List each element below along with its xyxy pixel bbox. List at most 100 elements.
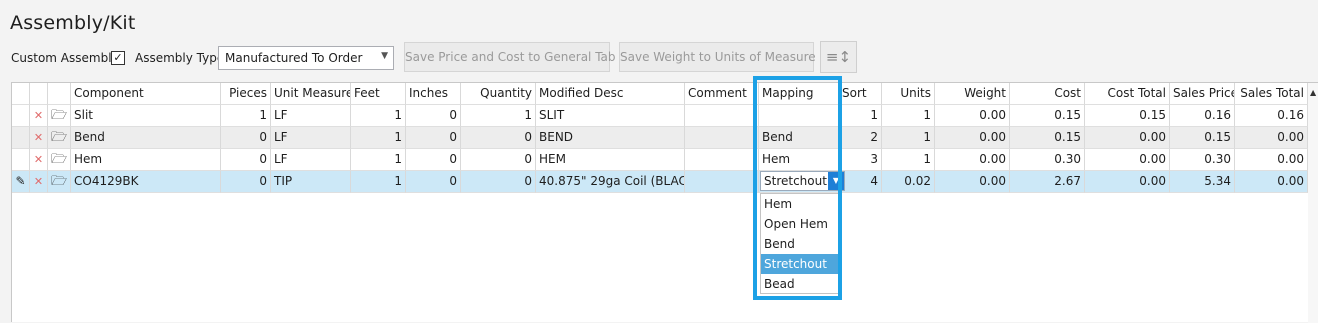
cell-feet[interactable]: 1 [351, 127, 406, 149]
cell-inches[interactable]: 0 [406, 127, 461, 149]
cell-sales-price[interactable]: 0.16 [1170, 105, 1235, 127]
cell-unit[interactable]: TIP [271, 171, 351, 193]
delete-icon[interactable]: ✕ [30, 105, 48, 127]
cell-inches[interactable]: 0 [406, 149, 461, 171]
cell-mapping[interactable]: Hem [759, 149, 839, 171]
col-pieces[interactable]: Pieces [221, 83, 271, 105]
table-row[interactable]: ✕ 🗁 Slit 1 LF 1 0 1 SLIT 1 1 0.00 0.15 0… [12, 105, 1308, 127]
col-mapping[interactable]: Mapping [759, 83, 839, 105]
cell-sort[interactable]: 4 [839, 171, 882, 193]
folder-open-icon[interactable]: 🗁 [48, 149, 71, 171]
col-inches[interactable]: Inches [406, 83, 461, 105]
col-modified-desc[interactable]: Modified Desc [536, 83, 685, 105]
cell-desc[interactable]: 40.875" 29ga Coil (BLACK) [536, 171, 685, 193]
cell-mapping[interactable]: Bend [759, 127, 839, 149]
cell-weight[interactable]: 0.00 [935, 127, 1010, 149]
cell-desc[interactable]: SLIT [536, 105, 685, 127]
save-price-button[interactable]: Save Price and Cost to General Tab [404, 42, 616, 72]
cell-unit[interactable]: LF [271, 149, 351, 171]
cell-comment[interactable] [685, 149, 759, 171]
cell-unit[interactable]: LF [271, 127, 351, 149]
col-quantity[interactable]: Quantity [461, 83, 536, 105]
assembly-type-select[interactable]: Manufactured To Order ▼ [218, 46, 394, 70]
mapping-select[interactable]: Stretchout ▼ [760, 171, 845, 191]
cell-quantity[interactable]: 0 [461, 149, 536, 171]
folder-open-icon[interactable]: 🗁 [48, 105, 71, 127]
cell-desc[interactable]: BEND [536, 127, 685, 149]
cell-sort[interactable]: 1 [839, 105, 882, 127]
table-row-selected[interactable]: ✎ ✕ 🗁 CO4129BK 0 TIP 1 0 0 40.875" 29ga … [12, 171, 1308, 193]
table-row[interactable]: ✕ 🗁 Bend 0 LF 1 0 0 BEND Bend 2 1 0.00 0… [12, 127, 1308, 149]
cell-sales-price[interactable]: 0.30 [1170, 149, 1235, 171]
mapping-option-hem[interactable]: Hem [761, 194, 839, 214]
col-cost[interactable]: Cost [1010, 83, 1085, 105]
cell-component[interactable]: CO4129BK [71, 171, 221, 193]
cell-component[interactable]: Hem [71, 149, 221, 171]
cell-feet[interactable]: 1 [351, 171, 406, 193]
cell-cost[interactable]: 0.15 [1010, 105, 1085, 127]
cell-units[interactable]: 0.02 [882, 171, 935, 193]
col-unit-measure[interactable]: Unit Measure [271, 83, 351, 105]
cell-component[interactable]: Slit [71, 105, 221, 127]
delete-icon[interactable]: ✕ [30, 127, 48, 149]
cell-sort[interactable]: 2 [839, 127, 882, 149]
cell-units[interactable]: 1 [882, 127, 935, 149]
cell-quantity[interactable]: 0 [461, 127, 536, 149]
mapping-option-bead[interactable]: Bead [761, 274, 839, 294]
cell-inches[interactable]: 0 [406, 171, 461, 193]
cell-quantity[interactable]: 0 [461, 171, 536, 193]
cell-cost[interactable]: 0.15 [1010, 127, 1085, 149]
cell-cost-total[interactable]: 0.00 [1085, 171, 1170, 193]
custom-assembly-checkbox[interactable]: ✓ [111, 51, 125, 65]
scroll-up-icon[interactable]: ▲ [1310, 88, 1316, 97]
col-units[interactable]: Units [882, 83, 935, 105]
cell-pieces[interactable]: 1 [221, 105, 271, 127]
mapping-option-stretchout[interactable]: Stretchout [761, 254, 839, 274]
folder-open-icon[interactable]: 🗁 [48, 171, 71, 193]
cell-sales-total[interactable]: 0.00 [1235, 171, 1308, 193]
cell-sales-total[interactable]: 0.00 [1235, 149, 1308, 171]
mapping-option-bend[interactable]: Bend [761, 234, 839, 254]
col-sales-price[interactable]: Sales Price [1170, 83, 1235, 105]
cell-desc[interactable]: HEM [536, 149, 685, 171]
cell-feet[interactable]: 1 [351, 105, 406, 127]
mapping-option-open-hem[interactable]: Open Hem [761, 214, 839, 234]
cell-sales-price[interactable]: 0.15 [1170, 127, 1235, 149]
col-component[interactable]: Component [71, 83, 221, 105]
folder-open-icon[interactable]: 🗁 [48, 127, 71, 149]
cell-cost-total[interactable]: 0.15 [1085, 105, 1170, 127]
cell-cost[interactable]: 0.30 [1010, 149, 1085, 171]
cell-units[interactable]: 1 [882, 149, 935, 171]
col-sales-total[interactable]: Sales Total [1235, 83, 1308, 105]
cell-weight[interactable]: 0.00 [935, 105, 1010, 127]
cell-pieces[interactable]: 0 [221, 171, 271, 193]
cell-weight[interactable]: 0.00 [935, 149, 1010, 171]
cell-comment[interactable] [685, 171, 759, 193]
cell-mapping[interactable] [759, 105, 839, 127]
cell-cost-total[interactable]: 0.00 [1085, 127, 1170, 149]
cell-cost[interactable]: 2.67 [1010, 171, 1085, 193]
cell-sales-total[interactable]: 0.00 [1235, 127, 1308, 149]
col-weight[interactable]: Weight [935, 83, 1010, 105]
col-comment[interactable]: Comment [685, 83, 759, 105]
cell-sales-total[interactable]: 0.16 [1235, 105, 1308, 127]
cell-feet[interactable]: 1 [351, 149, 406, 171]
table-row[interactable]: ✕ 🗁 Hem 0 LF 1 0 0 HEM Hem 3 1 0.00 0.30… [12, 149, 1308, 171]
chevron-down-icon[interactable]: ▼ [828, 172, 844, 190]
vertical-scrollbar[interactable]: ▲ [1308, 83, 1318, 323]
cell-pieces[interactable]: 0 [221, 127, 271, 149]
col-feet[interactable]: Feet [351, 83, 406, 105]
cell-quantity[interactable]: 1 [461, 105, 536, 127]
save-weight-button[interactable]: Save Weight to Units of Measure [619, 42, 816, 72]
cell-comment[interactable] [685, 105, 759, 127]
delete-icon[interactable]: ✕ [30, 171, 48, 193]
sort-icon[interactable]: ≡↕ [820, 41, 857, 73]
cell-unit[interactable]: LF [271, 105, 351, 127]
col-sort[interactable]: Sort [839, 83, 882, 105]
cell-comment[interactable] [685, 127, 759, 149]
cell-weight[interactable]: 0.00 [935, 171, 1010, 193]
cell-units[interactable]: 1 [882, 105, 935, 127]
delete-icon[interactable]: ✕ [30, 149, 48, 171]
cell-pieces[interactable]: 0 [221, 149, 271, 171]
cell-sales-price[interactable]: 5.34 [1170, 171, 1235, 193]
